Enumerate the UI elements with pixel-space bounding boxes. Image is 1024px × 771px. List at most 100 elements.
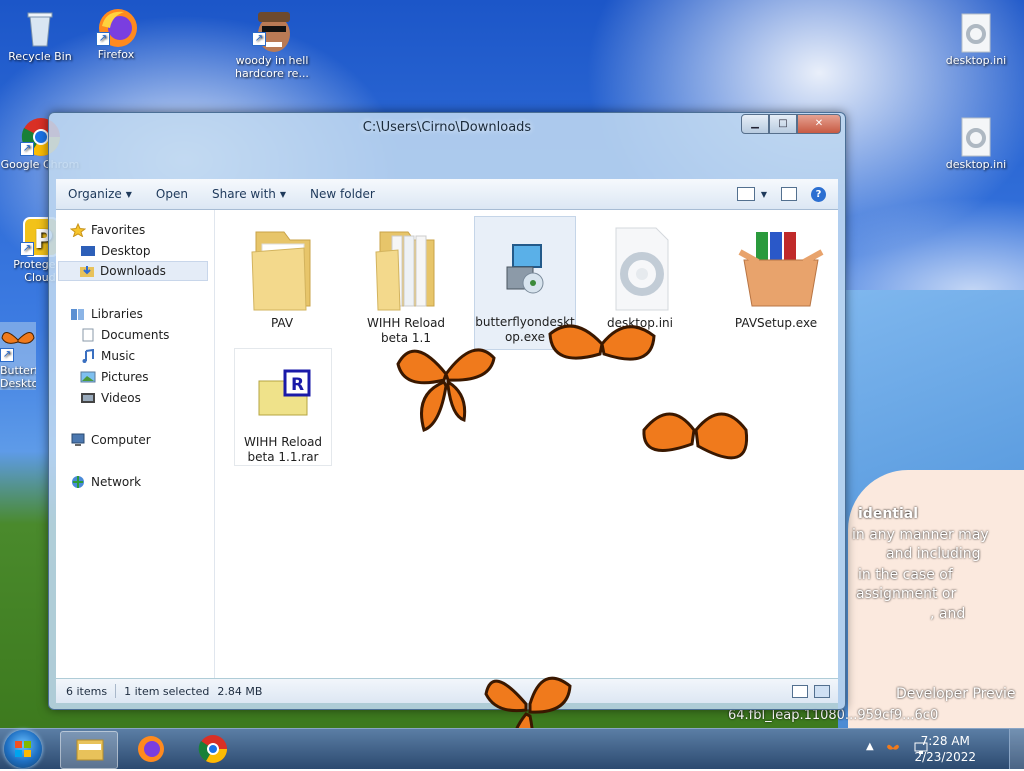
libraries-icon [70,307,86,321]
title-bar[interactable]: C:\Users\Cirno\Downloads ▁ □ ✕ [49,113,845,143]
nav-label: Pictures [101,370,149,384]
nav-desktop[interactable]: Desktop [80,241,151,261]
nav-libraries[interactable]: Libraries [70,304,143,324]
recycle-bin-icon [20,8,60,48]
settings-file-icon [602,222,678,314]
file-item[interactable]: R WIHH Reload beta 1.1.rar [234,348,332,466]
nav-music[interactable]: Music [80,346,135,366]
file-label: WIHH Reload beta 1.1.rar [243,435,323,464]
build-string: 64.fbl_leap.11080...959cf9...6c0 [728,708,939,723]
desktop-icon-butterfly[interactable]: ↗ Butterfly Deskto [0,322,36,390]
show-hidden-icons-button[interactable]: ▲ [866,741,880,755]
share-with-label: Share with [211,187,276,201]
file-item[interactable]: PAV [234,218,330,331]
downloads-folder-icon [79,264,95,278]
details-view-button[interactable] [792,684,808,698]
installer-icon [487,221,563,313]
clock[interactable]: 7:28 AM 2/23/2022 [914,733,976,765]
overlay-line: , and [930,606,966,622]
preview-pane-button[interactable] [781,187,797,201]
windows-logo-icon [15,741,31,757]
dropdown-arrow-icon: ▼ [279,189,287,199]
desktop-icon-desktop-ini[interactable]: desktop.ini [936,116,1016,171]
clock-date: 2/23/2022 [914,750,976,764]
share-with-button[interactable]: Share with ▼ [200,187,298,201]
nav-pictures[interactable]: Pictures [80,367,149,387]
nav-label: Documents [101,328,170,342]
firefox-icon [138,736,164,762]
close-button[interactable]: ✕ [797,114,841,134]
developer-preview-text: Developer Previe [896,686,1016,702]
overlay-line: assignment or [856,586,957,602]
new-folder-label: New folder [310,187,375,201]
desktop-icon-label: Recycle Bin [8,50,72,63]
open-label: Open [155,187,188,201]
nav-documents[interactable]: Documents [80,325,169,345]
settings-file-icon [956,116,996,157]
pictures-icon [80,370,96,384]
open-button[interactable]: Open [144,187,200,201]
file-label: PAVSetup.exe [734,316,818,330]
taskbar-firefox[interactable] [124,731,180,767]
svg-text:R: R [291,375,304,395]
start-button[interactable] [4,730,42,768]
desktop-icon-label: woody in hell hardcore re... [235,54,309,80]
overlay-line: in any manner may [852,527,989,543]
shortcut-arrow-icon: ↗ [0,348,14,362]
organize-button[interactable]: Organize ▼ [56,187,144,201]
star-icon [69,222,87,238]
shortcut-arrow-icon: ↗ [20,242,34,256]
nav-downloads[interactable]: Downloads [58,261,208,281]
desktop-icon-desktop-ini[interactable]: desktop.ini [936,12,1016,67]
folder-icon [76,739,104,761]
nav-label: Computer [91,433,151,447]
large-icons-view-button[interactable] [814,684,830,698]
rar-archive-icon: R [245,353,321,433]
nav-label: Downloads [100,264,166,278]
minimize-button[interactable]: ▁ [741,114,769,134]
shortcut-arrow-icon: ↗ [252,32,266,46]
show-desktop-button[interactable] [1009,729,1024,769]
desktop-icon [80,244,96,258]
package-box-icon [738,222,824,314]
butterfly-icon: ↗ [0,322,36,362]
overlay-line: in the case of [858,567,953,583]
status-bar: 6 items 1 item selected 2.84 MB [56,679,838,703]
change-view-button[interactable]: ▼ [736,187,767,201]
desktop-icon-label: Butterfly Deskto [0,364,36,390]
maximize-button[interactable]: □ [769,114,797,134]
folder-icon [368,222,444,314]
chrome-icon [198,735,227,763]
desktop-icon-recycle-bin[interactable]: Recycle Bin [0,8,80,63]
desktop-icon-woody[interactable]: ↗ woody in hell hardcore re... [232,6,312,80]
dropdown-arrow-icon: ▼ [125,189,132,199]
music-icon [80,348,96,363]
file-item[interactable]: WIHH Reload beta 1.1 [358,218,454,346]
desktop-icon-firefox[interactable]: ↗ Firefox [76,6,156,61]
nav-computer[interactable]: Computer [70,430,151,450]
nav-network[interactable]: Network [70,472,141,492]
organize-label: Organize [68,187,122,201]
help-button[interactable]: ? [811,186,826,202]
nav-favorites[interactable]: Favorites [69,220,145,240]
item-count: 6 items [66,684,108,698]
butterfly-icon [396,348,496,432]
videos-icon [80,391,96,405]
shortcut-arrow-icon: ↗ [96,32,110,46]
new-folder-button[interactable]: New folder [298,187,387,201]
selection-size: 2.84 MB [217,684,263,698]
view-icon [736,187,755,201]
navigation-pane[interactable]: Favorites Desktop Downloads Libraries Do… [56,210,215,678]
butterfly-icon [642,412,749,460]
nav-label: Libraries [91,307,143,321]
butterfly-icon [548,324,656,361]
butterfly-tray-icon[interactable] [886,741,900,755]
taskbar-chrome[interactable] [186,731,242,767]
nav-videos[interactable]: Videos [80,388,141,408]
file-item[interactable]: PAVSetup.exe [728,218,824,331]
taskbar-explorer[interactable] [60,731,118,769]
overlay-line: and including [886,546,981,562]
documents-icon [80,328,96,342]
taskbar: ▲ 7:28 AM 2/23/2022 [0,728,1024,769]
desktop-icon-label: desktop.ini [945,54,1007,67]
